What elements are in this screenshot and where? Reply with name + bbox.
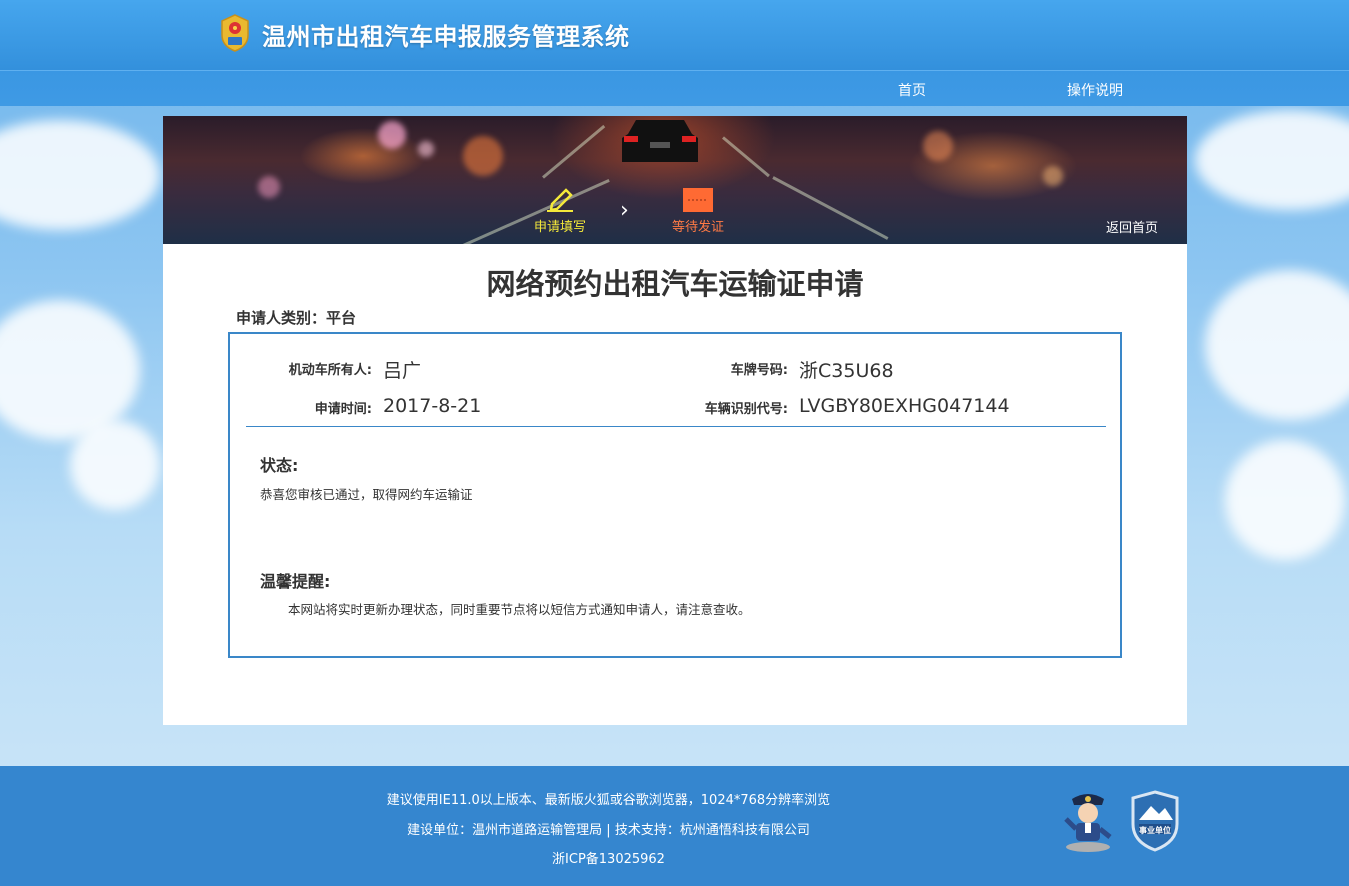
- applicant-type: 申请人类别：平台: [236, 309, 357, 327]
- plate-value: 浙C35U68: [799, 360, 894, 382]
- step-label: 等待发证: [671, 220, 724, 235]
- road-line: [722, 136, 770, 178]
- tip-text: 本网站将实时更新办理状态，同时重要节点将以短信方式通知申请人，请注意查收。: [288, 602, 751, 617]
- back-home-link[interactable]: 返回首页: [1106, 217, 1158, 236]
- cloud-decoration: [1195, 110, 1349, 210]
- chevron-right-icon: ›: [620, 198, 629, 223]
- apply-date-value: 2017-8-21: [383, 395, 482, 417]
- site-title: 温州市出租汽车申报服务管理系统: [262, 23, 630, 51]
- status-title: 状态:: [260, 456, 299, 475]
- shield-icon: [1131, 790, 1179, 852]
- cloud-decoration: [0, 120, 160, 230]
- vin-label: 车辆识别代号:: [704, 402, 788, 417]
- light-glow: [463, 136, 503, 176]
- divider: [246, 426, 1106, 427]
- cloud-decoration: [0, 300, 140, 440]
- apply-date-label: 申请时间:: [314, 402, 372, 417]
- main-panel: 申请填写 › 等待发证 返回首页 网络预约出租汽车运输证申请 申请人类别：平台 …: [163, 116, 1187, 725]
- road-line: [542, 124, 606, 179]
- light-glow: [923, 131, 953, 161]
- road-line: [772, 176, 889, 240]
- owner-label: 机动车所有人:: [288, 363, 372, 378]
- step-awaiting-issue: 等待发证: [665, 188, 731, 235]
- status-text: 恭喜您审核已通过，取得网约车运输证: [260, 487, 473, 502]
- emblem-icon: [221, 14, 249, 52]
- cloud-decoration: [70, 420, 160, 510]
- light-glow: [1043, 166, 1063, 186]
- page-title: 网络预约出租汽车运输证申请: [486, 267, 864, 301]
- icp-record[interactable]: 浙ICP备13025962: [0, 848, 1217, 867]
- nav-bar: 首页 操作说明: [0, 70, 1349, 106]
- banner-image: 申请填写 › 等待发证 返回首页: [163, 116, 1187, 244]
- tip-title: 温馨提醒:: [260, 572, 331, 591]
- application-info-box: 机动车所有人: 吕广 车牌号码: 浙C35U68 申请时间: 2017-8-21…: [228, 332, 1122, 658]
- light-glow: [378, 121, 406, 149]
- nav-home-link[interactable]: 首页: [898, 80, 926, 100]
- developer-info: 建设单位：温州市道路运输管理局 | 技术支持：杭州通悟科技有限公司: [407, 823, 810, 838]
- badge-label: 事业单位: [1139, 826, 1171, 835]
- browser-recommendation: 建议使用IE11.0以上版本、最新版火狐或谷歌浏览器，1024*768分辨率浏览: [386, 793, 831, 808]
- public-institution-badge[interactable]: 事业单位: [1129, 790, 1181, 852]
- site-header: 温州市出租汽车申报服务管理系统: [0, 0, 1349, 70]
- step-fill-application: 申请填写: [530, 188, 590, 235]
- nav-instructions-link[interactable]: 操作说明: [1067, 80, 1123, 100]
- car-image: [622, 120, 698, 162]
- owner-value: 吕广: [383, 360, 422, 382]
- light-glow: [258, 176, 280, 198]
- step-label: 申请填写: [533, 220, 586, 235]
- police-mascot-icon[interactable]: [1062, 789, 1114, 853]
- pencil-icon: [547, 188, 573, 212]
- cloud-decoration: [1225, 440, 1345, 560]
- light-glow: [418, 141, 434, 157]
- plate-label: 车牌号码:: [730, 363, 788, 378]
- certificate-icon: [683, 188, 713, 212]
- vin-value: LVGBY80EXHG047144: [799, 395, 1010, 417]
- cloud-decoration: [1205, 270, 1349, 420]
